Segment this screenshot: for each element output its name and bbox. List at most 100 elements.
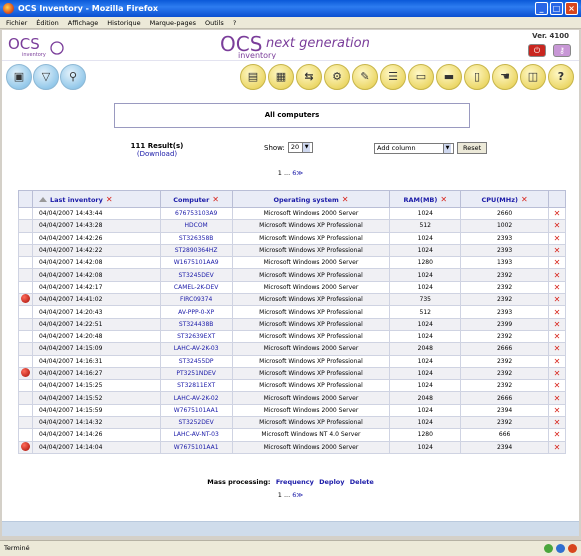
row-computer-link[interactable]: 676753103A9 bbox=[159, 206, 233, 221]
row-computer-link[interactable]: ST32811EXT bbox=[159, 379, 233, 393]
row-delete: ✕ bbox=[548, 256, 566, 270]
menu-view[interactable]: Affichage bbox=[68, 17, 99, 28]
delete-icon[interactable]: ✕ bbox=[554, 221, 561, 230]
toolbar-button-3[interactable]: ⇆ bbox=[296, 64, 322, 90]
remove-column-icon[interactable]: ✕ bbox=[106, 195, 113, 204]
reset-button[interactable]: Reset bbox=[457, 142, 488, 154]
header-computer[interactable]: Computer ✕ bbox=[159, 190, 233, 208]
show-select[interactable]: 20 ▼ bbox=[287, 142, 314, 153]
ocs-logo[interactable]: OCS inventory bbox=[6, 33, 64, 58]
inventory-icon: ▤ bbox=[247, 70, 259, 83]
delete-icon[interactable]: ✕ bbox=[554, 234, 561, 243]
delete-icon[interactable]: ✕ bbox=[554, 394, 561, 403]
header-cpu[interactable]: CPU(MHz) ✕ bbox=[460, 190, 549, 208]
row-os: Microsoft Windows 2000 Server bbox=[231, 280, 391, 295]
search-tool-button[interactable]: ⚲ bbox=[60, 64, 86, 90]
remove-column-icon[interactable]: ✕ bbox=[212, 195, 219, 204]
delete-icon[interactable]: ✕ bbox=[554, 295, 561, 304]
computers-tool-button[interactable]: ▣ bbox=[6, 64, 32, 90]
row-computer-link[interactable]: LAHC-AV-2K-03 bbox=[159, 342, 233, 356]
delete-icon[interactable]: ✕ bbox=[554, 381, 561, 390]
delete-icon[interactable]: ✕ bbox=[554, 246, 561, 255]
menu-edit[interactable]: Édition bbox=[36, 17, 59, 28]
menu-history[interactable]: Historique bbox=[107, 17, 140, 28]
globe-icon[interactable] bbox=[556, 544, 565, 553]
delete-icon[interactable]: ✕ bbox=[554, 406, 561, 415]
toolbar-button-10[interactable]: ☚ bbox=[492, 64, 518, 90]
logout-button[interactable]: ⏻ bbox=[528, 44, 546, 57]
toolbar-button-1[interactable]: ▤ bbox=[240, 64, 266, 90]
row-computer-link[interactable]: ST2890364HZ bbox=[159, 243, 233, 258]
pager-next-link[interactable]: ≫ bbox=[296, 169, 303, 177]
delete-icon[interactable]: ✕ bbox=[554, 271, 561, 280]
delete-icon[interactable]: ✕ bbox=[554, 430, 561, 439]
gears-icon: ⚙ bbox=[332, 70, 342, 83]
toolbar-button-5[interactable]: ✎ bbox=[352, 64, 378, 90]
toolbar-button-9[interactable]: ▯ bbox=[464, 64, 490, 90]
toolbar-button-4[interactable]: ⚙ bbox=[324, 64, 350, 90]
row-computer-link[interactable]: W7675101AA1 bbox=[159, 440, 233, 454]
menu-bookmarks[interactable]: Marque-pages bbox=[150, 17, 196, 28]
minimize-button[interactable]: _ bbox=[535, 2, 548, 15]
mass-deploy-link[interactable]: Deploy bbox=[319, 478, 344, 486]
delete-icon[interactable]: ✕ bbox=[554, 344, 561, 353]
row-computer-link[interactable]: FIRC09374 bbox=[159, 293, 233, 307]
toolbar-button-6[interactable]: ☰ bbox=[380, 64, 406, 90]
row-computer-link[interactable]: CAMEL-2K-DEV bbox=[159, 280, 233, 295]
row-computer-link[interactable]: W1675101AA9 bbox=[159, 256, 233, 270]
header-ram[interactable]: RAM(MB) ✕ bbox=[389, 190, 462, 208]
row-os: Microsoft Windows 2000 Server bbox=[231, 440, 391, 454]
mass-delete-link[interactable]: Delete bbox=[350, 478, 374, 486]
help-button[interactable]: ? bbox=[548, 64, 574, 90]
security-icon[interactable] bbox=[544, 544, 553, 553]
svg-text:next generation: next generation bbox=[266, 36, 370, 51]
maximize-button[interactable]: □ bbox=[550, 2, 563, 15]
delete-icon[interactable]: ✕ bbox=[554, 258, 561, 267]
chevron-down-icon: ▼ bbox=[302, 143, 311, 152]
row-computer-link[interactable]: ST3252DEV bbox=[159, 416, 233, 430]
row-computer-link[interactable]: ST32639EXT bbox=[159, 329, 233, 344]
toolbar-button-8[interactable]: ▬ bbox=[436, 64, 462, 90]
delete-icon[interactable]: ✕ bbox=[554, 443, 561, 452]
toolbar-button-2[interactable]: ▦ bbox=[268, 64, 294, 90]
row-computer-link[interactable]: ST32455DP bbox=[159, 354, 233, 368]
row-computer-link[interactable]: AV-PPP-0-XP bbox=[159, 305, 233, 319]
row-delete: ✕ bbox=[548, 391, 566, 405]
delete-icon[interactable]: ✕ bbox=[554, 357, 561, 366]
mass-frequency-link[interactable]: Frequency bbox=[276, 478, 314, 486]
delete-icon[interactable]: ✕ bbox=[554, 283, 561, 292]
row-computer-link[interactable]: PT3251NDEV bbox=[159, 366, 233, 381]
download-link[interactable]: (Download) bbox=[117, 150, 197, 158]
add-column-select[interactable]: Add column ▼ bbox=[374, 142, 454, 154]
row-computer-link[interactable]: LAHC-AV-2K-02 bbox=[159, 391, 233, 405]
delete-icon[interactable]: ✕ bbox=[554, 308, 561, 317]
close-button[interactable]: × bbox=[565, 2, 578, 15]
delete-icon[interactable]: ✕ bbox=[554, 320, 561, 329]
row-computer-link[interactable]: W7675101AA1 bbox=[159, 403, 233, 418]
row-computer-link[interactable]: HDCOM bbox=[159, 219, 233, 233]
addon-icon[interactable] bbox=[568, 544, 577, 553]
menu-file[interactable]: Fichier bbox=[6, 17, 27, 28]
toolbar-button-11[interactable]: ◫ bbox=[520, 64, 546, 90]
delete-icon[interactable]: ✕ bbox=[554, 369, 561, 378]
menu-tools[interactable]: Outils bbox=[205, 17, 224, 28]
row-computer-link[interactable]: LAHC-AV-NT-03 bbox=[159, 428, 233, 442]
password-button[interactable]: ⚷ bbox=[553, 44, 571, 57]
row-computer-link[interactable]: ST3245DEV bbox=[159, 268, 233, 282]
row-ram: 1024 bbox=[389, 268, 462, 282]
delete-icon[interactable]: ✕ bbox=[554, 332, 561, 341]
remove-column-icon[interactable]: ✕ bbox=[342, 195, 349, 204]
remove-column-icon[interactable]: ✕ bbox=[440, 195, 447, 204]
row-computer-link[interactable]: ST324438B bbox=[159, 317, 233, 331]
tags-tool-button[interactable]: ▽ bbox=[33, 64, 59, 90]
table-row: 04/04/2007 14:43:28 HDCOM Microsoft Window… bbox=[18, 219, 566, 233]
toolbar-button-7[interactable]: ▭ bbox=[408, 64, 434, 90]
remove-column-icon[interactable]: ✕ bbox=[521, 195, 528, 204]
delete-icon[interactable]: ✕ bbox=[554, 209, 561, 218]
delete-icon[interactable]: ✕ bbox=[554, 418, 561, 427]
pager-next-link[interactable]: ≫ bbox=[296, 491, 303, 499]
row-computer-link[interactable]: ST326358B bbox=[159, 231, 233, 245]
menu-help[interactable]: ? bbox=[233, 17, 236, 28]
header-operating-system[interactable]: Operating system ✕ bbox=[231, 190, 391, 208]
header-last-inventory[interactable]: Last inventory ✕ bbox=[31, 190, 161, 208]
